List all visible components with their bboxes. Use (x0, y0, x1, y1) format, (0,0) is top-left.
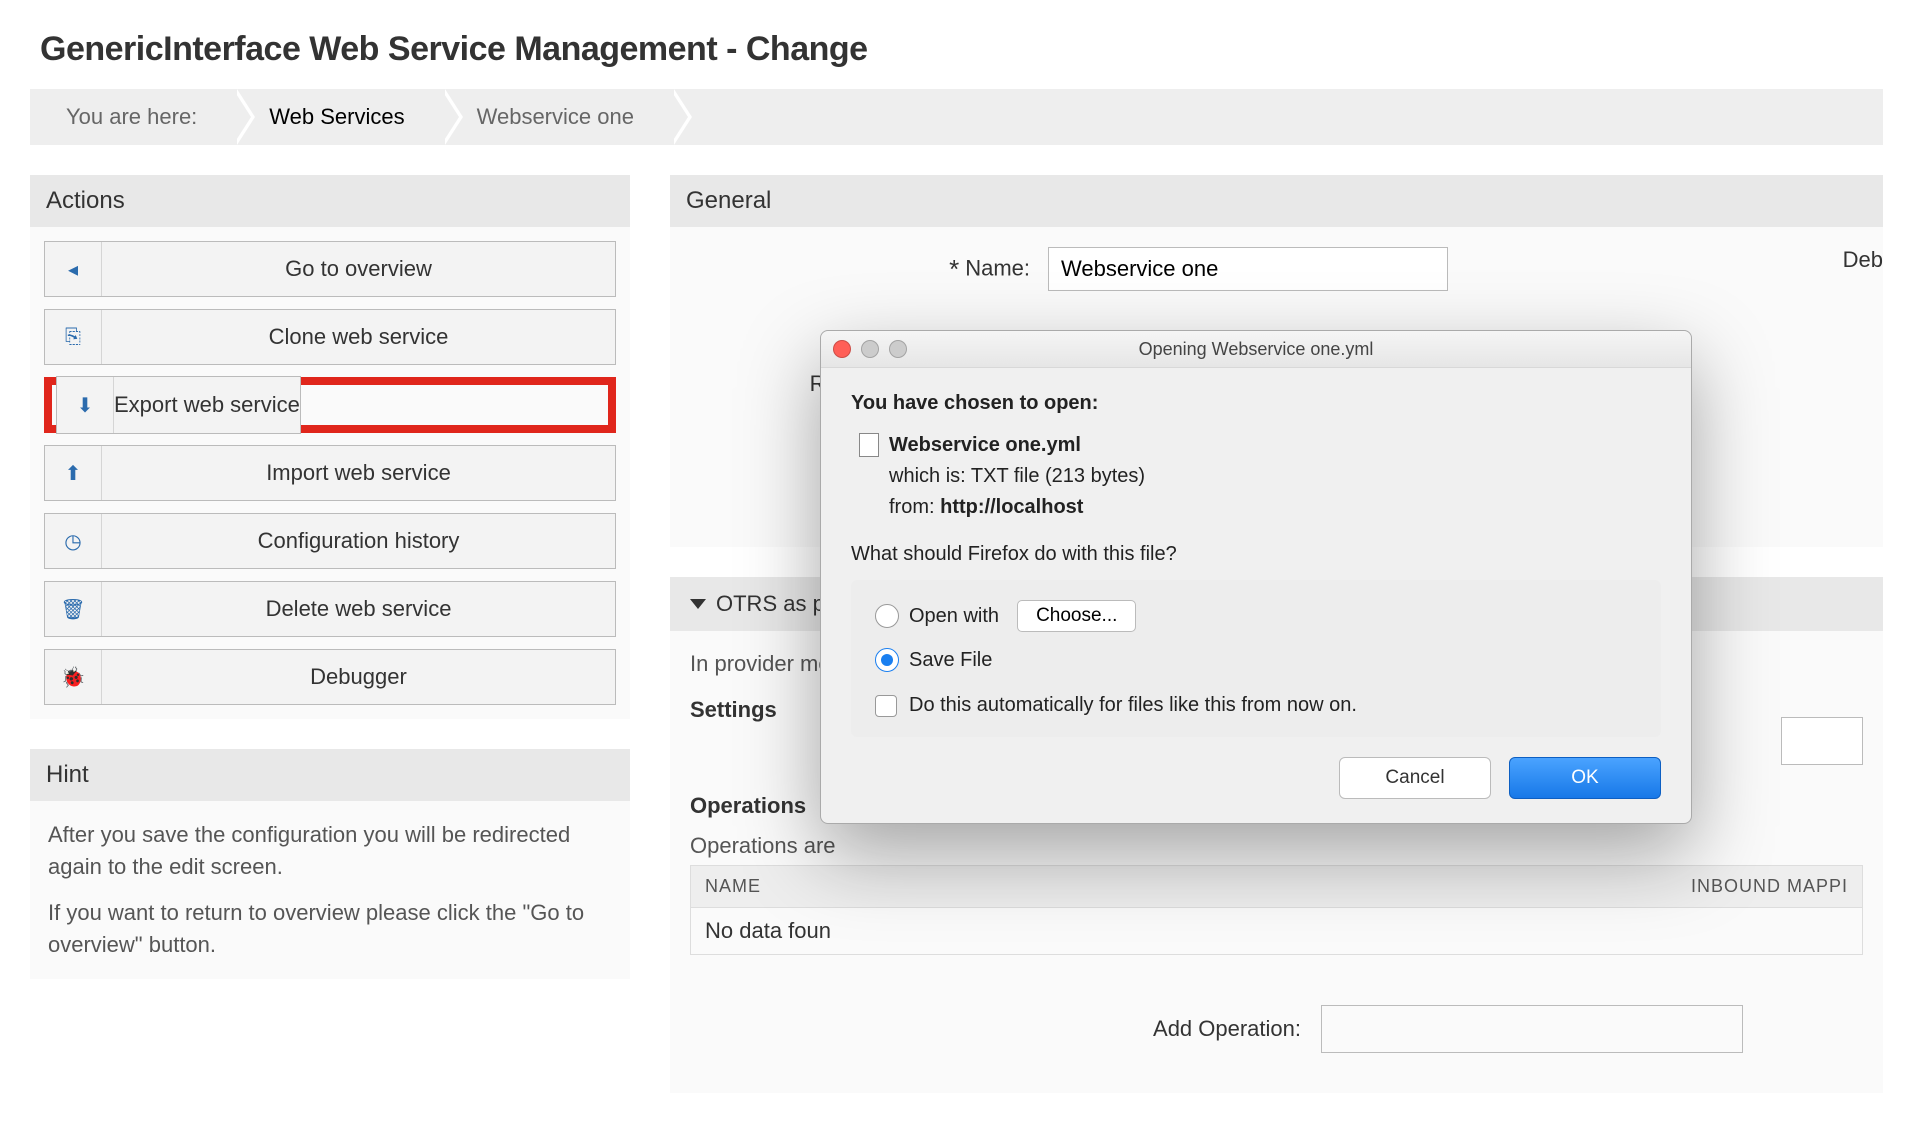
chosen-text: You have chosen to open: (851, 392, 1661, 415)
dialog-titlebar: Opening Webservice one.yml (821, 331, 1691, 368)
from-value: http://localhost (940, 496, 1083, 518)
breadcrumb-item-webservices[interactable]: Web Services (233, 89, 440, 145)
ok-button[interactable]: OK (1509, 757, 1661, 799)
choose-button[interactable]: Choose... (1017, 600, 1136, 632)
dialog-title: Opening Webservice one.yml (821, 339, 1691, 360)
action-label: Delete web service (102, 596, 615, 622)
action-label: Configuration history (102, 528, 615, 554)
page-title: GenericInterface Web Service Management … (40, 30, 1913, 69)
deb-label-truncated: Deb (1843, 247, 1883, 273)
radio-checked-icon (875, 648, 899, 672)
col-name: NAME (705, 876, 1345, 897)
bug-icon: 🐞 (45, 650, 102, 704)
action-label: Clone web service (102, 324, 615, 350)
otrs-header-text: OTRS as p (716, 591, 825, 617)
download-dialog: Opening Webservice one.yml You have chos… (820, 330, 1692, 824)
name-label: *Name: (670, 254, 1048, 285)
open-with-label: Open with (909, 605, 999, 628)
which-is-value: TXT file (213 bytes) (971, 465, 1145, 487)
trash-icon: 🗑 (45, 582, 102, 636)
clock-icon: ◷ (45, 514, 102, 568)
hint-panel: Hint After you save the configuration yo… (30, 749, 630, 979)
file-name: Webservice one.yml (889, 434, 1081, 457)
breadcrumb-here: You are here: (30, 89, 233, 145)
hint-header: Hint (30, 749, 630, 801)
add-operation-select[interactable] (1321, 1005, 1743, 1053)
open-with-option[interactable]: Open with Choose... (875, 600, 1637, 632)
action-export-highlighted: ⬇ Export web service (44, 377, 616, 433)
table-row-empty: No data foun (690, 907, 1863, 955)
add-operation-label: Add Operation: (1153, 1016, 1301, 1042)
action-label: Go to overview (102, 256, 615, 282)
general-header: General (670, 175, 1883, 227)
action-clone[interactable]: ⎘ Clone web service (44, 309, 616, 365)
action-import[interactable]: ⬆ Import web service (44, 445, 616, 501)
operations-sub: Operations are (690, 833, 1863, 859)
action-label: Export web service (114, 392, 300, 418)
document-icon (859, 433, 879, 457)
action-history[interactable]: ◷ Configuration history (44, 513, 616, 569)
action-overview[interactable]: ◂ Go to overview (44, 241, 616, 297)
auto-option[interactable]: Do this automatically for files like thi… (875, 694, 1637, 717)
col-inbound: INBOUND MAPPI (1345, 876, 1848, 897)
checkbox-icon (875, 695, 897, 717)
prompt-text: What should Firefox do with this file? (851, 543, 1661, 566)
caret-down-icon (690, 599, 706, 609)
actions-header: Actions (30, 175, 630, 227)
back-icon: ◂ (45, 242, 102, 296)
from-label: from: (889, 496, 935, 518)
auto-label: Do this automatically for files like thi… (909, 694, 1357, 717)
which-is-label: which is: (889, 465, 966, 487)
action-delete[interactable]: 🗑 Delete web service (44, 581, 616, 637)
breadcrumb-item-current: Webservice one (441, 89, 670, 145)
action-label: Import web service (102, 460, 615, 486)
radio-unchecked-icon (875, 604, 899, 628)
hint-text-1: After you save the configuration you wil… (48, 819, 612, 883)
download-icon: ⬇ (57, 377, 114, 433)
save-file-option[interactable]: Save File (875, 648, 1637, 672)
actions-panel: Actions ◂ Go to overview ⎘ Clone web ser… (30, 175, 630, 719)
save-file-label: Save File (909, 649, 992, 672)
hint-text-2: If you want to return to overview please… (48, 897, 612, 961)
upload-icon: ⬆ (45, 446, 102, 500)
action-label: Debugger (102, 664, 615, 690)
action-export[interactable]: ⬇ Export web service (56, 376, 301, 434)
action-debugger[interactable]: 🐞 Debugger (44, 649, 616, 705)
copy-icon: ⎘ (45, 310, 102, 364)
breadcrumb: You are here: Web Services Webservice on… (30, 89, 1883, 145)
cancel-button[interactable]: Cancel (1339, 757, 1491, 799)
name-input[interactable] (1048, 247, 1448, 291)
network-transport-select[interactable] (1781, 717, 1863, 765)
operations-table-header: NAME INBOUND MAPPI (690, 865, 1863, 907)
